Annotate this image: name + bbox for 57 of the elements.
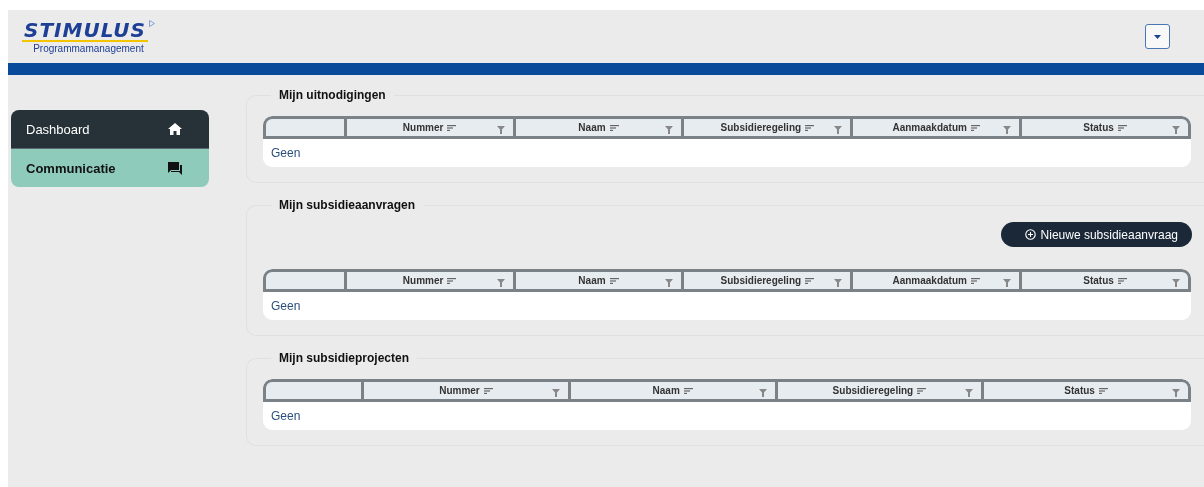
filter-icon[interactable] bbox=[965, 389, 974, 397]
column-title[interactable]: Status bbox=[1064, 385, 1095, 396]
section-title: Mijn subsidieaanvragen bbox=[278, 198, 417, 212]
sort-icon[interactable] bbox=[1098, 387, 1108, 394]
plus-circle-icon bbox=[1024, 229, 1036, 240]
sort-icon[interactable] bbox=[1117, 124, 1127, 131]
sort-icon[interactable] bbox=[609, 124, 619, 131]
home-icon bbox=[168, 123, 182, 135]
column-title[interactable]: Nummer bbox=[402, 122, 444, 133]
column-title[interactable]: Status bbox=[1083, 275, 1114, 286]
column-title[interactable]: Subsidieregeling bbox=[832, 385, 914, 396]
filter-icon[interactable] bbox=[758, 389, 767, 397]
sort-icon[interactable] bbox=[1117, 277, 1127, 284]
filter-icon[interactable] bbox=[834, 279, 843, 287]
section-title: Mijn subsidieprojecten bbox=[278, 351, 411, 365]
sort-icon[interactable] bbox=[609, 277, 619, 284]
empty-message: Geen bbox=[271, 409, 301, 423]
new-application-button[interactable]: Nieuwe subsidieaanvraag bbox=[1000, 222, 1192, 247]
column-title[interactable]: Aanmaakdatum bbox=[892, 122, 967, 133]
filter-icon[interactable] bbox=[1172, 279, 1180, 287]
filter-icon[interactable] bbox=[496, 126, 505, 134]
sort-icon[interactable] bbox=[917, 387, 927, 394]
column-title[interactable]: Nummer bbox=[402, 275, 444, 286]
filter-icon[interactable] bbox=[1003, 279, 1012, 287]
filter-icon[interactable] bbox=[1003, 126, 1012, 134]
column-title[interactable]: Aanmaakdatum bbox=[892, 275, 967, 286]
column-title[interactable]: Status bbox=[1083, 122, 1114, 133]
filter-icon[interactable] bbox=[1172, 389, 1180, 397]
sort-icon[interactable] bbox=[483, 387, 493, 394]
sort-icon[interactable] bbox=[805, 124, 815, 131]
column-title[interactable]: Nummer bbox=[439, 385, 480, 396]
sort-icon[interactable] bbox=[970, 277, 980, 284]
empty-message: Geen bbox=[271, 299, 301, 313]
sort-icon[interactable] bbox=[683, 387, 693, 394]
filter-icon[interactable] bbox=[551, 389, 560, 397]
filter-icon[interactable] bbox=[834, 126, 843, 134]
column-title[interactable]: Subsidieregeling bbox=[720, 122, 802, 133]
column-title[interactable]: Naam bbox=[652, 385, 680, 396]
logo[interactable]: STIMULUS Programmamanagement bbox=[22, 17, 155, 56]
column-title[interactable]: Subsidieregeling bbox=[720, 275, 802, 286]
filter-icon[interactable] bbox=[665, 279, 674, 287]
chat-icon bbox=[168, 161, 182, 175]
dropdown-button[interactable] bbox=[1145, 24, 1170, 49]
section-title: Mijn uitnodigingen bbox=[278, 88, 387, 102]
sort-icon[interactable] bbox=[447, 277, 457, 284]
filter-icon[interactable] bbox=[1172, 126, 1180, 134]
sort-icon[interactable] bbox=[970, 124, 980, 131]
filter-icon[interactable] bbox=[665, 126, 674, 134]
empty-message: Geen bbox=[271, 146, 301, 160]
caret-icon bbox=[1154, 34, 1161, 39]
filter-icon[interactable] bbox=[496, 279, 505, 287]
sidebar-item[interactable]: Dashboard bbox=[11, 110, 209, 148]
sidebar-item[interactable]: Communicatie bbox=[11, 148, 209, 187]
sort-icon[interactable] bbox=[447, 124, 457, 131]
column-title[interactable]: Naam bbox=[578, 122, 606, 133]
column-title[interactable]: Naam bbox=[578, 275, 606, 286]
sort-icon[interactable] bbox=[805, 277, 815, 284]
